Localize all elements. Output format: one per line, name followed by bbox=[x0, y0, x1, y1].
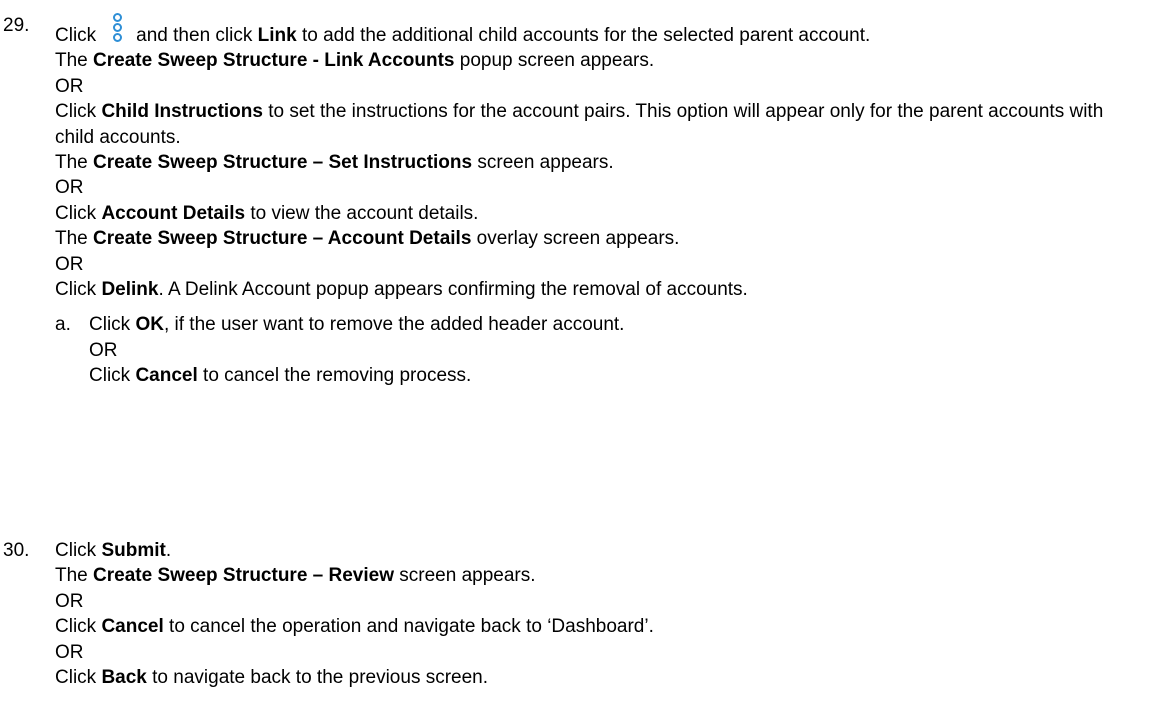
step-30: 30. Click Submit. The Create Sweep Struc… bbox=[3, 538, 1133, 690]
instruction-line: Click Submit. bbox=[55, 540, 172, 561]
substep-a: a. Click OK, if the user want to remove … bbox=[55, 312, 1133, 388]
kebab-menu-icon bbox=[112, 13, 123, 43]
instruction-line: Click Delink. A Delink Account popup app… bbox=[55, 279, 748, 301]
result-line: The Create Sweep Structure – Review scre… bbox=[55, 565, 536, 587]
step-number: 29. bbox=[3, 15, 30, 36]
instruction-line: Click Child Instructions to set the inst… bbox=[55, 101, 1104, 148]
intro-paragraph: Click and then click Link to add the addi… bbox=[55, 13, 1133, 48]
instruction-line: Click Account Details to view the accoun… bbox=[55, 202, 479, 224]
or-separator: OR bbox=[55, 253, 84, 275]
instruction-line: Click Cancel to cancel the removing proc… bbox=[89, 365, 472, 387]
step-29: 29. Click and then click Link to add the … bbox=[3, 13, 1133, 389]
step-body: Click and then click Link to add the addi… bbox=[55, 13, 1133, 389]
result-line: The Create Sweep Structure – Account Det… bbox=[55, 228, 680, 250]
instruction-line: Click Back to navigate back to the previ… bbox=[55, 667, 489, 689]
or-separator: OR bbox=[55, 75, 84, 97]
or-separator: OR bbox=[55, 177, 84, 199]
substep-letter: a. bbox=[55, 314, 71, 336]
instruction-line: Click Cancel to cancel the operation and… bbox=[55, 616, 654, 638]
or-separator: OR bbox=[55, 590, 84, 612]
step-number: 30. bbox=[3, 540, 30, 561]
link-label: Link bbox=[257, 25, 297, 46]
or-separator: OR bbox=[55, 641, 84, 663]
result-line: The Create Sweep Structure – Set Instruc… bbox=[55, 152, 614, 174]
step-body: Click Submit. The Create Sweep Structure… bbox=[55, 538, 1133, 690]
document-page: 29. Click and then click Link to add the … bbox=[0, 0, 1151, 712]
or-separator: OR bbox=[89, 339, 118, 361]
instruction-line: Click OK, if the user want to remove the… bbox=[89, 314, 625, 336]
result-line: The Create Sweep Structure - Link Accoun… bbox=[55, 50, 655, 72]
